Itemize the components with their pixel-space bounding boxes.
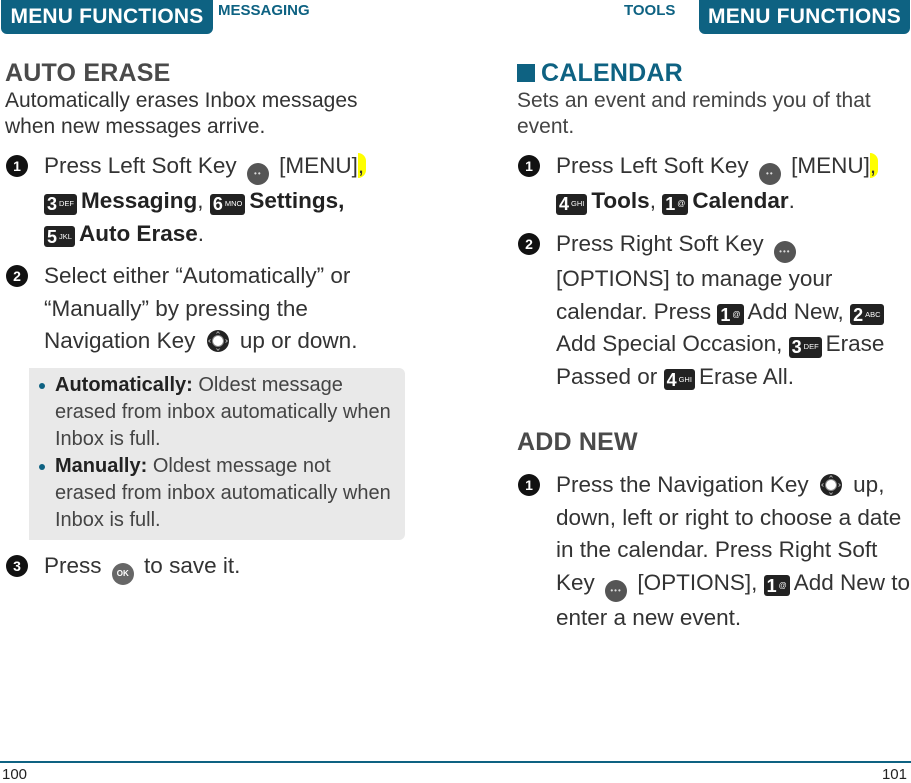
highlight-mark: , — [869, 153, 879, 178]
footer-divider — [0, 761, 911, 763]
square-bullet-icon — [517, 64, 535, 82]
step-text: Select either “Automatically” or “Manual… — [44, 260, 395, 358]
left-soft-key-icon: •• — [246, 163, 269, 186]
menu-label: [MENU] — [791, 153, 870, 178]
menu-item-tools: Tools — [591, 188, 650, 214]
note-item-automatically: Automatically: Oldest message erased fro… — [39, 372, 395, 453]
menu-label: [MENU] — [279, 153, 358, 178]
right-column: CALENDAR Sets an event and reminds you o… — [517, 58, 911, 644]
step-number-1-icon: 1 — [518, 155, 540, 177]
right-soft-key-icon: ••• — [773, 241, 796, 263]
step-2: 2 Press Right Soft Key ••• [OPTIONS] to … — [517, 228, 911, 393]
calendar-description: Sets an event and reminds you of that ev… — [517, 89, 871, 138]
option-erase-all: Erase All. — [698, 363, 794, 389]
left-column: AUTO ERASE Automatically erases Inbox me… — [5, 58, 405, 595]
step-text-part: Press the Navigation Key — [556, 472, 809, 497]
note-label: Automatically: — [55, 373, 193, 396]
option-add-special-occasion: Add Special Occasion, — [556, 331, 783, 356]
step-text: Press Left Soft Key •• [MENU], 4 GHI Tools… — [556, 150, 911, 218]
step-number-2-icon: 2 — [6, 265, 28, 288]
step-text-part: Press Right Soft Key — [556, 230, 764, 256]
key-1-voicemail-icon: 1 @ — [763, 575, 790, 596]
menu-item-calendar: Calendar — [692, 188, 789, 214]
key-2-abc-icon: 2 ABC — [850, 304, 884, 325]
step-text: Press the Navigation Key up, down, left … — [556, 469, 911, 634]
options-label: [OPTIONS], — [637, 569, 758, 595]
step-text: Press OK to save it. — [44, 550, 395, 585]
auto-erase-title: AUTO ERASE — [5, 59, 171, 87]
step-text-part: Press Left Soft Key — [44, 153, 237, 178]
step-text-part: Press — [44, 552, 102, 578]
key-3-def-icon: 3 DEF — [44, 193, 78, 215]
add-new-step-1: 1 Press the Navigation Key up, down, lef… — [517, 469, 911, 634]
key-1-voicemail-icon: 1 @ — [662, 193, 689, 215]
add-new-heading: ADD NEW — [517, 428, 638, 456]
right-soft-key-icon: ••• — [605, 579, 628, 602]
note-item-manually: Manually: Oldest message not erased from… — [39, 453, 395, 534]
highlight-mark: , — [357, 153, 367, 178]
calendar-title: CALENDAR — [517, 58, 911, 88]
step-number-3-icon: 3 — [6, 554, 28, 577]
step-number-1-icon: 1 — [6, 155, 28, 177]
section-label-messaging: MESSAGING — [218, 2, 310, 19]
navigation-key-icon — [819, 474, 842, 496]
key-6-mno-icon: 6 MNO — [209, 193, 246, 215]
note-label: Manually: — [55, 454, 148, 477]
step-text: Press Right Soft Key ••• [OPTIONS] to ma… — [556, 228, 911, 393]
step-number-1-icon: 1 — [518, 474, 540, 496]
menu-item-messaging: Messaging — [81, 188, 198, 214]
key-3-def-icon: 3 DEF — [788, 336, 822, 358]
step-1: 1 Press Left Soft Key •• [MENU], 4 GHI Too… — [517, 150, 911, 218]
navigation-key-icon — [206, 330, 229, 353]
menu-functions-tab-left: MENU FUNCTIONS — [1, 0, 213, 34]
menu-item-settings: Settings, — [249, 188, 345, 214]
step-text-part: up or down. — [239, 328, 358, 354]
step-text-part: to save it. — [144, 552, 241, 578]
key-4-ghi-icon: 4 GHI — [663, 369, 695, 390]
step-3: 3 Press OK to save it. — [5, 550, 395, 585]
step-1: 1 Press Left Soft Key •• [MENU], 3 DEF Mes… — [5, 150, 395, 250]
option-add-new: Add New, — [747, 298, 844, 324]
menu-functions-tab-right: MENU FUNCTIONS — [699, 0, 910, 34]
key-5-jkl-icon: 5 JKL — [44, 226, 75, 248]
separator: , — [197, 188, 204, 214]
page-number-left: 100 — [2, 766, 28, 783]
step-2: 2 Select either “Automatically” or “Manu… — [5, 260, 395, 358]
left-soft-key-icon: •• — [758, 163, 781, 186]
key-4-ghi-icon: 4 GHI — [556, 193, 588, 215]
options-note-box: Automatically: Oldest message erased fro… — [29, 367, 405, 540]
period: . — [197, 220, 205, 246]
key-1-voicemail-icon: 1 @ — [717, 304, 744, 325]
ok-key-icon: OK — [111, 563, 134, 585]
section-label-tools: TOOLS — [624, 2, 676, 19]
step-number-2-icon: 2 — [518, 232, 540, 255]
step-text-part: Press Left Soft Key — [556, 153, 749, 178]
page-number-right: 101 — [881, 766, 907, 783]
period: . — [788, 188, 795, 214]
calendar-title-text: CALENDAR — [541, 59, 683, 87]
step-text: Press Left Soft Key •• [MENU], 3 DEF Messa… — [44, 150, 395, 250]
auto-erase-description: Automatically erases Inbox messages when… — [5, 89, 358, 138]
menu-item-auto-erase: Auto Erase — [78, 220, 198, 246]
separator: , — [649, 188, 656, 214]
